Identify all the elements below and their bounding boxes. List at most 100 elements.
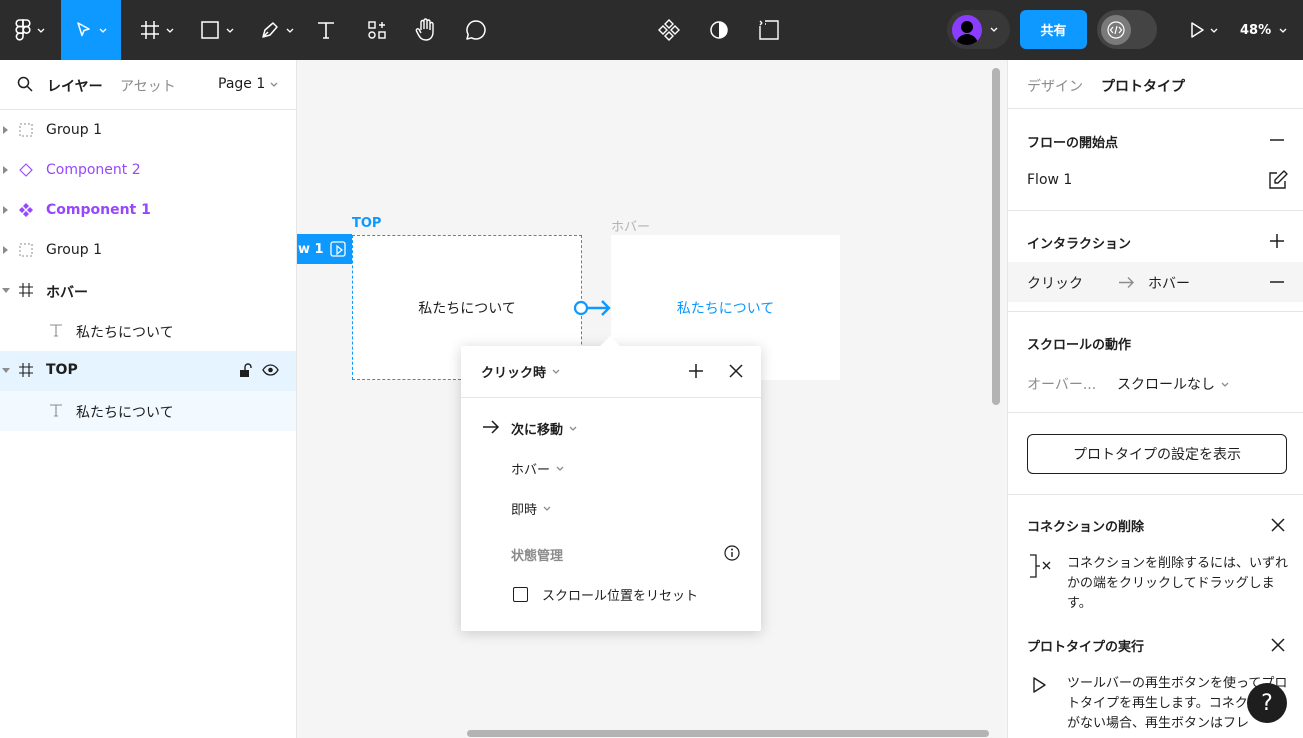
interactions-title: インタラクション [1027,237,1132,252]
comment-icon [466,20,486,40]
horizontal-scrollbar[interactable] [467,730,989,737]
interaction-target: ホバー [1148,276,1190,292]
components-button[interactable] [654,0,684,60]
zoom-menu[interactable]: 48% [1240,0,1287,60]
account-menu[interactable] [947,10,1010,49]
chevron-down-icon [1221,382,1229,387]
present-button[interactable] [1184,0,1224,60]
delete-connection-title: コネクションの削除 [1027,520,1145,535]
group-icon [19,243,33,257]
shape-tool-button[interactable] [192,0,242,60]
caret-down-icon[interactable] [2,368,10,374]
info-icon[interactable] [724,545,740,561]
main-menu-button[interactable] [0,0,60,60]
popover-header: クリック時 [461,346,761,398]
caret-right-icon[interactable] [2,246,8,254]
text-tool-button[interactable] [310,0,342,60]
layer-name: Group 1 [46,242,102,258]
page-selector[interactable]: Page 1 [218,76,278,92]
caret-right-icon[interactable] [2,126,8,134]
caret-down-icon[interactable] [2,288,10,294]
trigger-dropdown[interactable]: クリック時 [481,362,560,381]
plus-icon[interactable] [687,362,705,380]
animation-label: 即時 [511,503,538,518]
close-icon[interactable] [727,362,745,380]
layer-row[interactable]: ホバー [0,271,296,311]
interaction-trigger: クリック [1027,276,1083,292]
close-icon[interactable] [1270,637,1286,653]
close-icon[interactable] [1270,517,1286,533]
chevron-down-icon [1210,28,1218,33]
frame-text: 私たちについて [418,300,516,317]
help-button[interactable]: ? [1247,683,1287,723]
frame-tool-button[interactable] [132,0,182,60]
resources-button[interactable] [362,0,392,60]
interaction-details-popover: クリック時 次に移動 ホバー 即時 状態管理 スクロール位置をリセット [461,336,761,631]
layer-row[interactable]: Component 1 [0,191,296,231]
layer-row[interactable]: Group 1 [0,111,296,151]
search-icon[interactable] [17,76,33,92]
eye-icon[interactable] [262,364,279,376]
play-icon [1033,677,1046,693]
minus-icon[interactable] [1270,139,1284,141]
layer-row[interactable]: 私たちについて [0,311,296,351]
resources-icon [368,21,386,39]
dev-mode-toggle[interactable] [1097,10,1157,49]
layer-name: Component 1 [46,202,151,218]
zoom-level: 48% [1240,22,1272,38]
chevron-down-icon [552,369,560,374]
flow-start-title: フローの開始点 [1027,136,1119,151]
prototype-settings-button[interactable]: プロトタイプの設定を表示 [1027,434,1287,474]
chevron-down-icon [166,28,174,33]
caret-right-icon[interactable] [2,206,8,214]
tab-layers[interactable]: レイヤー [47,76,103,96]
reset-scroll-label: スクロール位置をリセット [542,589,699,604]
frame-label-top[interactable]: TOP [352,216,381,231]
interaction-row[interactable]: クリック ホバー [1008,262,1303,302]
layer-row[interactable]: Component 2 [0,151,296,191]
dev-mode-knob [1101,15,1131,45]
chevron-down-icon [270,82,278,87]
layer-row[interactable]: Group 1 [0,231,296,271]
disconnect-icon [1030,554,1051,578]
minus-icon[interactable] [1270,281,1284,283]
destination-dropdown[interactable]: ホバー [511,459,564,478]
layer-row[interactable]: 私たちについて [0,391,296,431]
tab-prototype[interactable]: プロトタイプ [1101,76,1185,96]
tab-design[interactable]: デザイン [1027,76,1083,96]
rectangle-icon [201,21,219,39]
move-tool-button[interactable] [61,0,121,60]
layer-row-selected[interactable]: TOP [0,351,296,391]
user-icon [956,20,978,45]
plus-icon[interactable] [1270,234,1284,248]
edit-icon[interactable] [1268,170,1288,190]
flow-play-icon [330,241,346,257]
animation-dropdown[interactable]: 即時 [511,499,551,518]
action-dropdown[interactable]: 次に移動 [511,419,577,438]
overflow-dropdown[interactable]: スクロールなし [1117,374,1229,394]
reset-scroll-checkbox[interactable] [513,587,528,602]
flow-tag-label: w 1 [298,241,324,257]
share-button[interactable]: 共有 [1020,10,1087,49]
comment-tool-button[interactable] [460,0,492,60]
tab-assets[interactable]: アセット [120,76,176,96]
state-management-label: 状態管理 [511,549,564,564]
flow-starting-point-tag[interactable]: w 1 [297,234,352,264]
flow-name[interactable]: Flow 1 [1027,172,1072,188]
destination-label: ホバー [511,463,551,478]
layers-panel-header: レイヤー アセット Page 1 [0,60,296,110]
arrow-right-icon [1119,277,1134,288]
text-layer-icon [50,404,62,417]
hand-tool-button[interactable] [410,0,442,60]
connection-arrow-icon[interactable] [573,298,613,318]
reset-scroll-option[interactable]: スクロール位置をリセット [513,585,698,604]
pen-tool-button[interactable] [252,0,302,60]
code-view-button[interactable] [754,0,784,60]
vertical-scrollbar[interactable] [992,68,1000,405]
theme-button[interactable] [704,0,734,60]
avatar [952,14,982,45]
frame-text: 私たちについて [676,300,775,317]
unlock-icon[interactable] [239,363,253,378]
caret-right-icon[interactable] [2,166,8,174]
frame-label-hover[interactable]: ホバー [611,216,650,235]
